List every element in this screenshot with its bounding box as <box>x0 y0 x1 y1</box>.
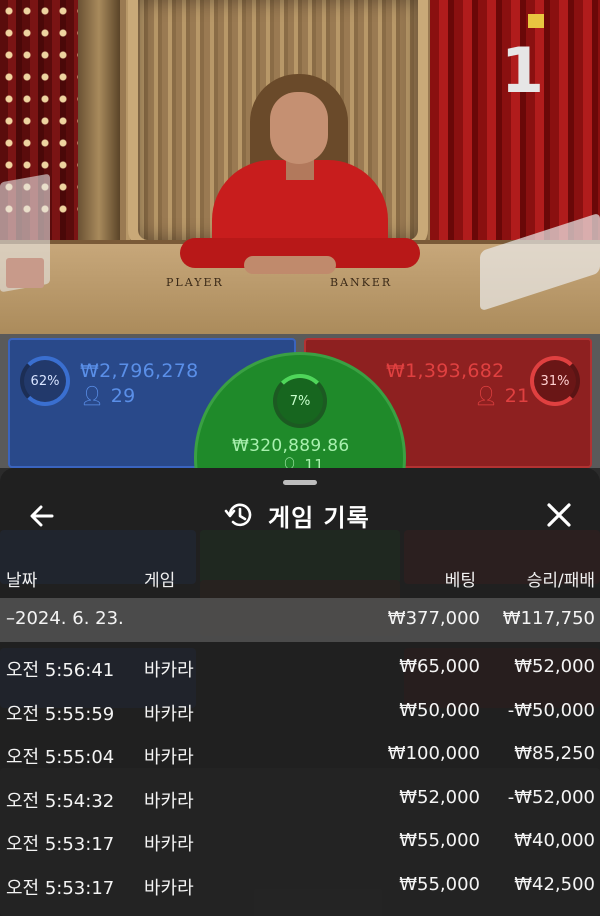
row-time: 오전 5:54:32 <box>6 791 115 812</box>
player-percent-ring: 62% <box>20 356 70 406</box>
dealer-hands <box>244 256 336 274</box>
row-win-loss: ₩42,500 <box>514 874 595 895</box>
table-label-banker: BANKER <box>330 276 393 289</box>
summary-win-loss: ₩117,750 <box>502 608 595 629</box>
banker-count: 👤︎ 21 <box>474 384 530 407</box>
row-time: 오전 5:55:59 <box>6 704 115 725</box>
history-day-summary[interactable]: –2024. 6. 23. ₩377,000 ₩117,750 <box>0 598 600 642</box>
row-time: 오전 5:55:04 <box>6 747 115 768</box>
banker-total-amount: ₩1,393,682 <box>386 360 505 382</box>
row-game: 바카라 <box>144 747 194 768</box>
history-row[interactable]: 오전 5:53:17 바카라 ₩55,000 ₩40,000 <box>0 820 600 864</box>
banker-percent: 31% <box>540 373 570 389</box>
row-game: 바카라 <box>144 791 194 812</box>
player-percent: 62% <box>30 373 60 389</box>
player-count: 👤︎ 29 <box>80 384 136 407</box>
column-game: 게임 <box>144 571 176 591</box>
summary-bet: ₩377,000 <box>387 608 480 629</box>
player-total-amount: ₩2,796,278 <box>80 360 199 382</box>
row-win-loss: -₩52,000 <box>507 787 595 808</box>
person-icon: 👤︎ <box>474 385 499 407</box>
history-row[interactable]: 오전 5:54:32 바카라 ₩52,000 -₩52,000 <box>0 777 600 821</box>
summary-date: –2024. 6. 23. <box>6 608 124 629</box>
dealer-face <box>270 92 328 164</box>
tie-percent-ring: 7% <box>273 374 327 428</box>
row-game: 바카라 <box>144 704 194 725</box>
person-icon: 👤︎ <box>80 385 105 407</box>
row-game: 바카라 <box>144 878 194 899</box>
row-time: 오전 5:53:17 <box>6 878 115 899</box>
row-bet: ₩100,000 <box>387 743 480 764</box>
row-game: 바카라 <box>144 660 194 681</box>
column-bet: 베팅 <box>444 571 476 591</box>
arrow-left-icon[interactable] <box>26 500 58 532</box>
sheet-grabber[interactable] <box>283 480 317 485</box>
history-row[interactable]: 오전 5:55:04 바카라 ₩100,000 ₩85,250 <box>0 733 600 777</box>
row-bet: ₩65,000 <box>399 656 480 677</box>
row-bet: ₩52,000 <box>399 787 480 808</box>
column-date: 날짜 <box>6 571 38 591</box>
row-time: 오전 5:56:41 <box>6 660 115 681</box>
history-icon <box>224 503 252 527</box>
tie-total-amount: ₩320,889.86 <box>232 436 350 456</box>
close-icon[interactable] <box>544 500 574 530</box>
banker-count-value: 21 <box>504 385 530 407</box>
history-row[interactable]: 오전 5:53:17 바카라 ₩55,000 ₩42,500 <box>0 864 600 908</box>
sheet-title: 게임 기록 <box>268 504 370 532</box>
column-win-loss: 승리/패배 <box>526 571 595 591</box>
history-row[interactable]: 오전 5:55:59 바카라 ₩50,000 -₩50,000 <box>0 690 600 734</box>
row-game: 바카라 <box>144 834 194 855</box>
row-bet: ₩55,000 <box>399 830 480 851</box>
row-bet: ₩55,000 <box>399 874 480 895</box>
row-win-loss: ₩52,000 <box>514 656 595 677</box>
table-label-player: PLAYER <box>166 276 224 289</box>
card-stack <box>6 258 44 288</box>
history-row[interactable]: 오전 5:56:41 바카라 ₩65,000 ₩52,000 <box>0 646 600 690</box>
round-number: 1 <box>500 34 544 107</box>
row-bet: ₩50,000 <box>399 700 480 721</box>
player-count-value: 29 <box>110 385 136 407</box>
dealer-video: PLAYER BANKER 1 <box>0 0 600 340</box>
row-time: 오전 5:53:17 <box>6 834 115 855</box>
row-win-loss: ₩40,000 <box>514 830 595 851</box>
banker-percent-ring: 31% <box>530 356 580 406</box>
tie-percent: 7% <box>289 393 311 409</box>
row-win-loss: -₩50,000 <box>507 700 595 721</box>
row-win-loss: ₩85,250 <box>514 743 595 764</box>
pillar <box>78 0 120 250</box>
round-marker <box>528 14 544 28</box>
